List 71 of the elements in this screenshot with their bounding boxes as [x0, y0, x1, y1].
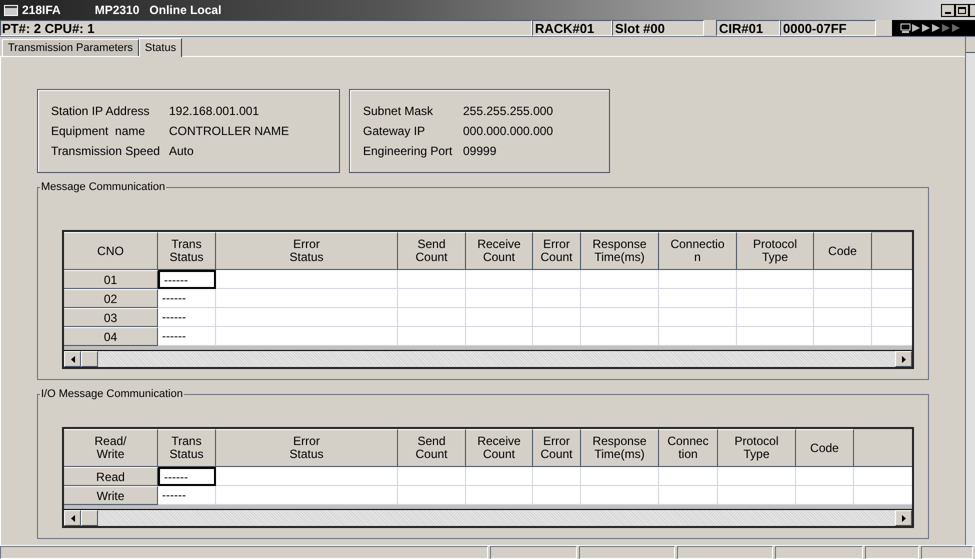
- table-cell: [814, 327, 872, 346]
- minimize-icon: [945, 12, 951, 14]
- group-title: I/O Message Communication: [40, 387, 184, 401]
- minimize-button[interactable]: [941, 4, 955, 16]
- column-header: Error Status: [216, 429, 398, 467]
- tab[interactable]: Status: [138, 38, 182, 57]
- row-header[interactable]: 04: [64, 327, 158, 346]
- vertical-scrollbar[interactable]: [965, 37, 975, 545]
- field-label: Gateway IP: [363, 123, 426, 140]
- info-field: RACK#01: [532, 20, 612, 36]
- right-arrow-icon: [902, 356, 906, 362]
- field-label: Subnet Mask: [363, 103, 434, 120]
- column-header: Error Status: [216, 232, 398, 270]
- field-value: 255.255.255.000: [463, 103, 554, 120]
- trans-status-cell[interactable]: ------: [158, 327, 216, 346]
- field-value: Auto: [169, 143, 194, 160]
- scroll-right-button[interactable]: [895, 510, 912, 526]
- scroll-left-button[interactable]: [64, 510, 81, 526]
- table-cell: [533, 327, 581, 346]
- row-header[interactable]: 02: [64, 289, 158, 308]
- maximize-button[interactable]: [955, 4, 969, 16]
- close-button[interactable]: [969, 4, 975, 16]
- maximize-icon: [958, 6, 966, 14]
- field-value: 09999: [463, 143, 496, 160]
- table-cell: [533, 486, 581, 505]
- field-label: Station IP Address: [51, 103, 151, 120]
- field-label: Transmission Speed: [51, 143, 161, 160]
- scroll-left-button[interactable]: [64, 351, 81, 367]
- info-field: CIR#01: [716, 20, 780, 36]
- computer-icon: [900, 22, 911, 34]
- scroll-up-button[interactable]: [966, 37, 975, 53]
- row-header[interactable]: Read: [64, 467, 158, 486]
- table-cell: [466, 486, 533, 505]
- trans-status-cell[interactable]: ------: [158, 486, 216, 505]
- table-cell: [796, 486, 854, 505]
- scroll-right-button[interactable]: [895, 351, 912, 367]
- table-cell: [398, 327, 466, 346]
- field-value: 192.168.001.001: [169, 103, 260, 120]
- right-arrow-icon: [902, 514, 906, 522]
- window-icon: [4, 4, 18, 16]
- left-arrow-icon: [70, 514, 74, 522]
- row-header[interactable]: 01: [64, 270, 158, 289]
- scroll-thumb[interactable]: [81, 351, 98, 367]
- device-name: MP2310: [94, 2, 140, 19]
- status-bar-pane: [921, 546, 973, 559]
- column-header: Trans Status: [158, 429, 216, 467]
- info-field: Slot #00: [612, 20, 704, 36]
- cpu-indicator: PT#: 2 CPU#: 1: [0, 20, 532, 36]
- table-cell: [398, 486, 466, 505]
- info-field: 0000-07FF: [780, 20, 876, 36]
- trans-status-cell[interactable]: ------: [158, 467, 216, 486]
- field-label: Engineering Port: [363, 143, 454, 160]
- window-title: 218IFA: [22, 2, 61, 19]
- row-header[interactable]: 03: [64, 308, 158, 327]
- tab[interactable]: Transmission Parameters: [2, 39, 139, 56]
- field-value: 000.000.000.000: [463, 123, 554, 140]
- status-bar-pane: [865, 546, 920, 559]
- table-cell: [659, 486, 718, 505]
- row-header[interactable]: Write: [64, 486, 158, 505]
- connection-mode: Online Local: [149, 2, 222, 19]
- left-arrow-icon: [70, 356, 74, 362]
- table-cell: [466, 327, 533, 346]
- arrows-icon: [912, 23, 960, 33]
- group-title: Message Communication: [40, 180, 166, 194]
- field-label: Equipment name: [51, 123, 146, 140]
- column-header: Trans Status: [158, 232, 216, 270]
- trans-status-cell[interactable]: ------: [158, 270, 216, 289]
- horizontal-scrollbar[interactable]: [64, 350, 912, 367]
- field-value: CONTROLLER NAME: [169, 123, 290, 140]
- horizontal-scrollbar[interactable]: [64, 509, 912, 526]
- scroll-thumb[interactable]: [81, 510, 98, 526]
